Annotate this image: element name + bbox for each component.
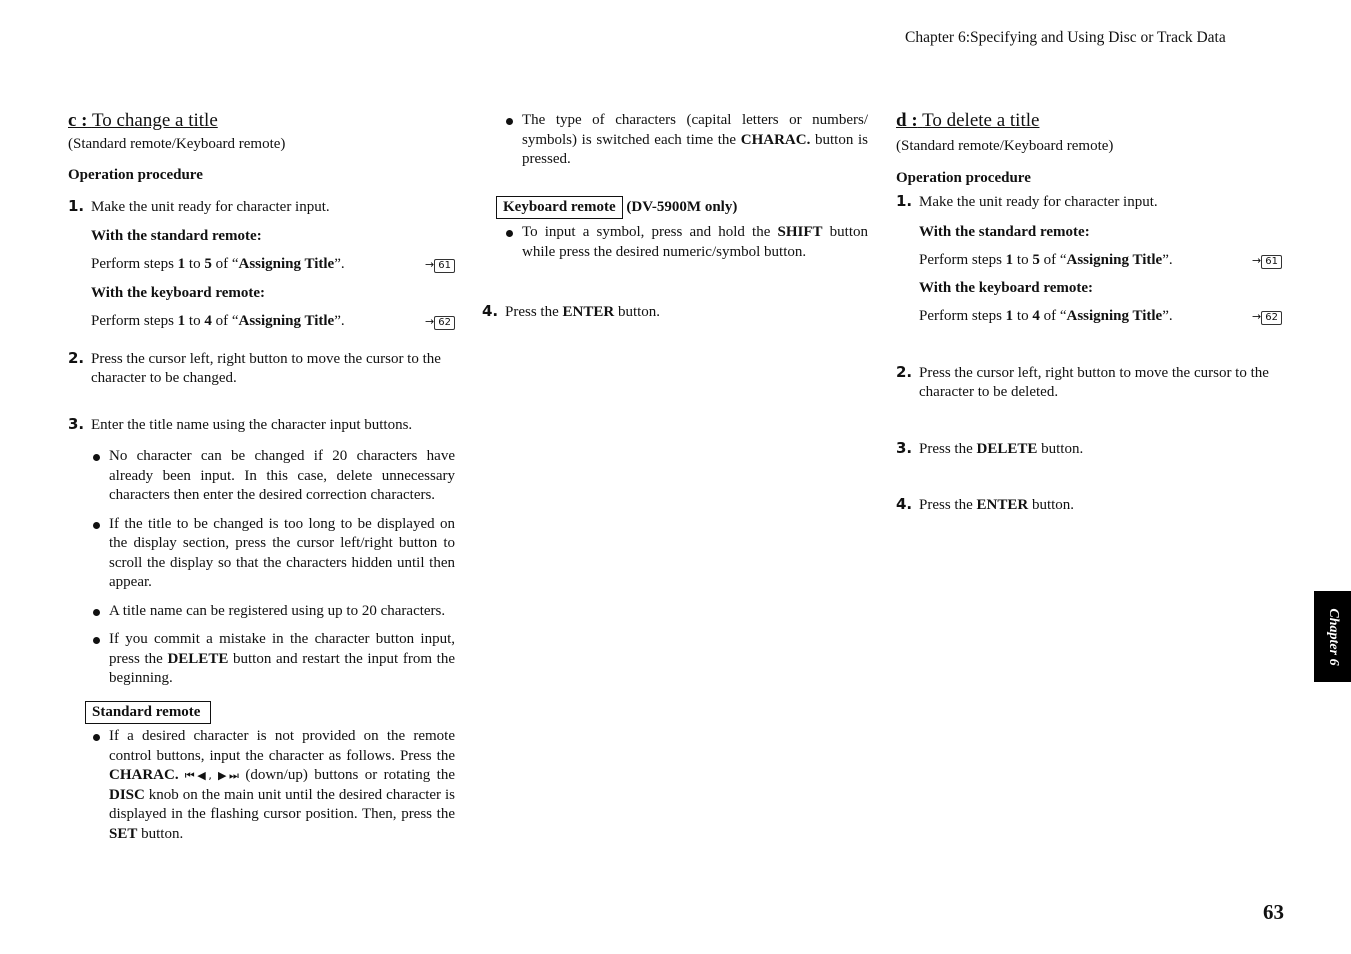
- standard-perform: Perform steps 1 to 5 of “Assigning Title…: [68, 255, 455, 275]
- page-number: 63: [1263, 900, 1284, 924]
- list-item: To input a symbol, press and hold the SH…: [504, 223, 868, 262]
- standard-remote-label: With the standard remote:: [91, 227, 262, 244]
- page-ref-link[interactable]: → 62: [1252, 307, 1282, 327]
- page-ref-link[interactable]: → 62: [425, 312, 455, 332]
- procedure-heading: Operation procedure: [68, 166, 203, 183]
- list-item: If you commit a mistake in the character…: [91, 630, 455, 689]
- list-item: The type of characters (capital letters …: [504, 111, 868, 170]
- keyboard-remote-label: With the keyboard remote:: [91, 284, 266, 301]
- step-3: 3. Enter the title name using the charac…: [68, 414, 413, 433]
- procedure-heading: Operation procedure: [896, 169, 1031, 186]
- step-4: 4. Press the ENTER button.: [896, 495, 1075, 513]
- keyboard-remote-box: Keyboard remote: [496, 195, 623, 219]
- middle-column: The type of characters (capital letters …: [482, 111, 868, 323]
- standard-perform: Perform steps 1 to 5 of “Assigning Title…: [896, 251, 1282, 271]
- list-item: No character can be changed if 20 charac…: [91, 447, 455, 506]
- skip-icons: ⏮◀, ▶⏭: [178, 769, 239, 782]
- step-2: 2. Press the cursor left, right button t…: [896, 362, 1269, 401]
- section-d-title: d : To delete a title: [896, 110, 1040, 131]
- chapter-side-tab: Chapter 6: [1314, 591, 1351, 682]
- keyboard-perform: Perform steps 1 to 4 of “Assigning Title…: [68, 312, 455, 332]
- step-4: 4. Press the ENTER button.: [482, 302, 661, 320]
- list-item: If a desired character is not provided o…: [91, 727, 455, 844]
- chapter-header: Chapter 6:Specifying and Using Disc or T…: [905, 29, 1226, 46]
- list-item: A title name can be registered using up …: [91, 602, 455, 622]
- standard-remote-label: With the standard remote:: [919, 223, 1090, 240]
- page-ref-link[interactable]: → 61: [425, 255, 455, 275]
- section-c-subtitle: (Standard remote/Keyboard remote): [68, 136, 286, 152]
- standard-remote-box: Standard remote: [85, 700, 212, 724]
- keyboard-remote-label: With the keyboard remote:: [919, 279, 1094, 296]
- list-item: If the title to be changed is too long t…: [91, 515, 455, 593]
- step-2: 2. Press the cursor left, right button t…: [68, 348, 441, 387]
- step-3: 3. Press the DELETE button.: [896, 438, 1084, 457]
- section-c: c : To change a title (Standard remote/K…: [68, 110, 455, 844]
- keyboard-remote-note: (DV-5900M only): [626, 198, 738, 215]
- step-1: 1. Make the unit ready for character inp…: [896, 192, 1158, 210]
- section-d: d : To delete a title (Standard remote/K…: [896, 110, 1282, 516]
- page-ref-link[interactable]: → 61: [1252, 251, 1282, 271]
- keyboard-perform: Perform steps 1 to 4 of “Assigning Title…: [896, 307, 1282, 327]
- step-3-bullets: No character can be changed if 20 charac…: [68, 447, 455, 689]
- step-1: 1. Make the unit ready for character inp…: [68, 197, 330, 215]
- section-d-subtitle: (Standard remote/Keyboard remote): [896, 138, 1114, 154]
- section-c-title: c : To change a title: [68, 110, 218, 131]
